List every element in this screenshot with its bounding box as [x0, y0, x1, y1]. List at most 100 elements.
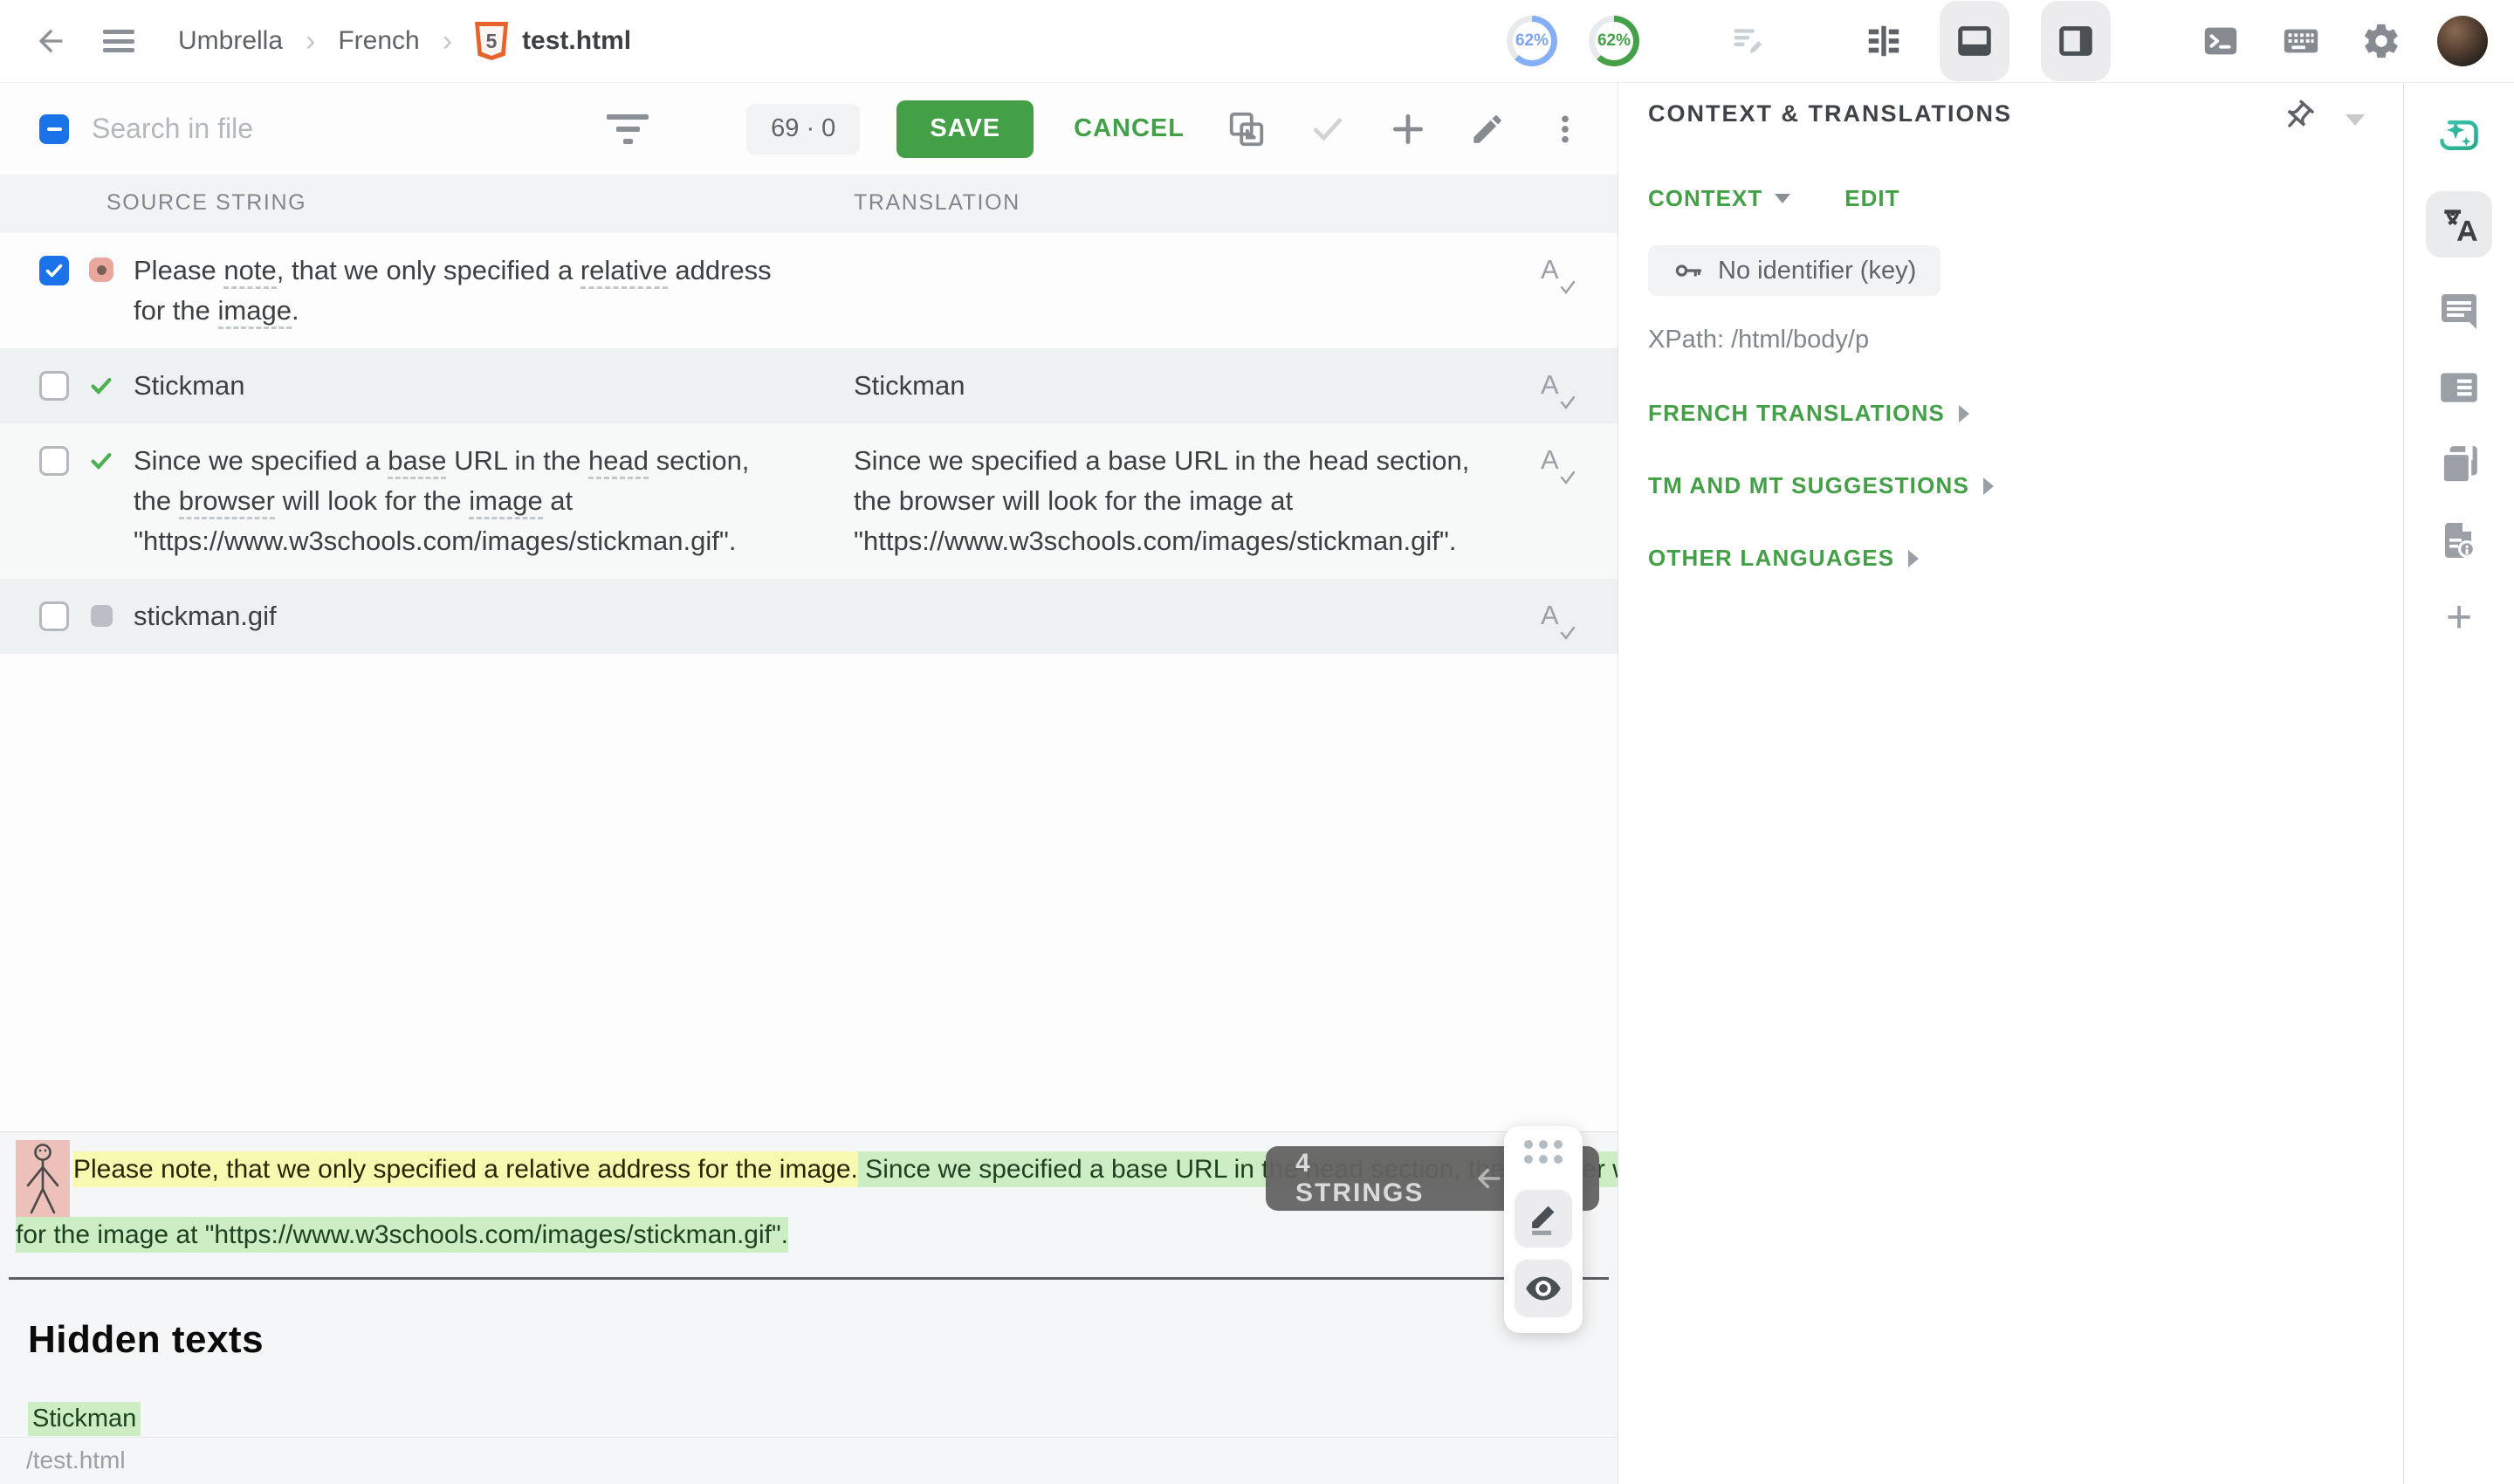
- ai-sparkle-icon: [2436, 113, 2482, 158]
- spellcheck-icon[interactable]: A: [1539, 254, 1576, 294]
- section-tm-mt-suggestions[interactable]: TM AND MT SUGGESTIONS: [1648, 472, 2403, 499]
- key-icon: [1673, 255, 1704, 286]
- file-info-button[interactable]: [2438, 519, 2480, 561]
- preview-divider: [9, 1277, 1609, 1280]
- breadcrumb-project[interactable]: Umbrella: [178, 26, 283, 56]
- pin-icon: [2279, 99, 2316, 135]
- highlight-toggle-button[interactable]: [1515, 1190, 1572, 1247]
- row-checkbox[interactable]: [39, 601, 69, 631]
- translation-string[interactable]: Stickman: [854, 366, 1487, 406]
- translation-string[interactable]: Since we specified a base URL in the hea…: [854, 441, 1487, 561]
- filter-icon[interactable]: [607, 114, 649, 144]
- breadcrumb: Umbrella › French › 5 test.html: [178, 22, 631, 60]
- spellcheck-icon[interactable]: A: [1539, 444, 1576, 484]
- collapse-caret-icon[interactable]: [2346, 114, 2365, 126]
- duplicate-button[interactable]: [1226, 109, 1267, 149]
- back-button[interactable]: [26, 17, 75, 65]
- drag-handle-icon[interactable]: [1524, 1140, 1563, 1164]
- breadcrumb-file[interactable]: 5 test.html: [475, 22, 631, 60]
- ai-assistant-button[interactable]: [2436, 113, 2482, 158]
- glossary-panel-button[interactable]: [2437, 443, 2481, 486]
- pin-button[interactable]: [2279, 99, 2316, 140]
- comments-panel-button[interactable]: [2438, 291, 2480, 333]
- gear-icon: [2361, 21, 2401, 61]
- table-row[interactable]: Since we specified a base URL in the hea…: [0, 423, 1618, 579]
- columns-view-button[interactable]: [1859, 17, 1908, 65]
- preview-highlight-yellow[interactable]: Please note, that we only specified a re…: [73, 1151, 858, 1187]
- avatar[interactable]: [2437, 16, 2488, 66]
- identifier-chip[interactable]: No identifier (key): [1648, 245, 1940, 296]
- card-icon: [2437, 366, 2481, 409]
- breadcrumb-language[interactable]: French: [338, 26, 419, 56]
- back-arrow-icon: [33, 24, 68, 58]
- untranslated-status-icon: [89, 258, 113, 282]
- hidden-text-item[interactable]: Stickman: [28, 1402, 141, 1436]
- table-row[interactable]: Please note, that we only specified a re…: [0, 233, 1618, 348]
- bottom-panel-toggle[interactable]: [1940, 1, 2009, 81]
- chevron-right-icon: [1908, 550, 1919, 567]
- file-info-icon: [2438, 519, 2480, 561]
- cancel-button[interactable]: CANCEL: [1074, 114, 1185, 143]
- stickman-image: [16, 1140, 70, 1217]
- identifier-label: No identifier (key): [1718, 257, 1916, 285]
- menu-button[interactable]: [94, 17, 143, 65]
- string-counter: 69 · 0: [746, 104, 860, 155]
- source-string[interactable]: Since we specified a base URL in the hea…: [134, 441, 786, 561]
- hamburger-icon: [103, 30, 134, 52]
- prev-page-button[interactable]: [1473, 1162, 1506, 1195]
- editor-toolbar: 69 · 0 SAVE CANCEL: [0, 83, 1618, 175]
- more-options-button[interactable]: [1548, 112, 1583, 147]
- search-input[interactable]: [92, 113, 528, 145]
- plus-icon: [1389, 110, 1427, 148]
- html5-file-icon: 5: [475, 22, 508, 60]
- settings-button[interactable]: [2357, 17, 2406, 65]
- terminal-icon: [2201, 21, 2241, 61]
- right-panel-toggle[interactable]: [2041, 1, 2111, 81]
- add-string-button[interactable]: [1389, 110, 1427, 148]
- hidden-texts-heading: Hidden texts: [28, 1318, 1618, 1362]
- chevron-right-icon: [1959, 405, 1969, 423]
- spellcheck-icon[interactable]: A: [1539, 600, 1576, 640]
- table-row[interactable]: stickman.gif A: [0, 579, 1618, 654]
- section-french-translations[interactable]: FRENCH TRANSLATIONS: [1648, 400, 2403, 427]
- string-details-button[interactable]: [2437, 366, 2481, 409]
- select-all-checkbox[interactable]: [39, 114, 69, 144]
- chevron-down-icon: [1775, 194, 1790, 203]
- translated-status-icon: [88, 373, 114, 399]
- file-path: /test.html: [26, 1446, 126, 1474]
- context-sidebar: CONTEXT & TRANSLATIONS CONTEXT EDIT No i…: [1618, 83, 2403, 1484]
- editor-pane: 69 · 0 SAVE CANCEL SOURCE STRING TRANSLA…: [0, 83, 1618, 1484]
- spellcheck-icon[interactable]: A: [1539, 369, 1576, 409]
- confirm-button[interactable]: [1309, 110, 1347, 148]
- tasks-button[interactable]: [1725, 17, 1774, 65]
- keyboard-icon: [2281, 21, 2321, 61]
- source-string[interactable]: Stickman: [134, 366, 786, 406]
- tools-rail: +: [2403, 83, 2514, 1484]
- save-button[interactable]: SAVE: [896, 100, 1034, 158]
- source-string[interactable]: stickman.gif: [134, 596, 786, 636]
- translate-icon: [2437, 203, 2481, 246]
- progress-ring-translated[interactable]: 62%: [1507, 16, 1557, 66]
- strings-count-label: 4 STRINGS: [1295, 1149, 1424, 1208]
- tab-context[interactable]: CONTEXT: [1648, 185, 1790, 212]
- row-checkbox[interactable]: [39, 446, 69, 476]
- table-row[interactable]: Stickman Stickman A: [0, 348, 1618, 423]
- preview-visibility-button[interactable]: [1515, 1260, 1572, 1317]
- progress-ring-reviewed[interactable]: 62%: [1589, 16, 1639, 66]
- add-panel-button[interactable]: +: [2446, 594, 2472, 640]
- shortcuts-button[interactable]: [2277, 17, 2325, 65]
- edit-button[interactable]: [1469, 111, 1506, 148]
- duplicate-icon: [1226, 109, 1267, 149]
- xpath-label: XPath: /html/body/p: [1648, 326, 2403, 354]
- row-checkbox[interactable]: [39, 256, 69, 285]
- terminal-button[interactable]: [2196, 17, 2245, 65]
- tab-edit[interactable]: EDIT: [1844, 185, 1899, 212]
- list-edit-icon: [1729, 21, 1769, 61]
- row-checkbox[interactable]: [39, 371, 69, 401]
- sidebar-tabs: CONTEXT EDIT: [1648, 185, 2403, 212]
- preview-tools-panel: [1504, 1126, 1583, 1333]
- source-string[interactable]: Please note, that we only specified a re…: [134, 251, 786, 331]
- plus-icon: +: [2446, 594, 2472, 640]
- translations-panel-button[interactable]: [2426, 191, 2492, 258]
- section-other-languages[interactable]: OTHER LANGUAGES: [1648, 545, 2403, 572]
